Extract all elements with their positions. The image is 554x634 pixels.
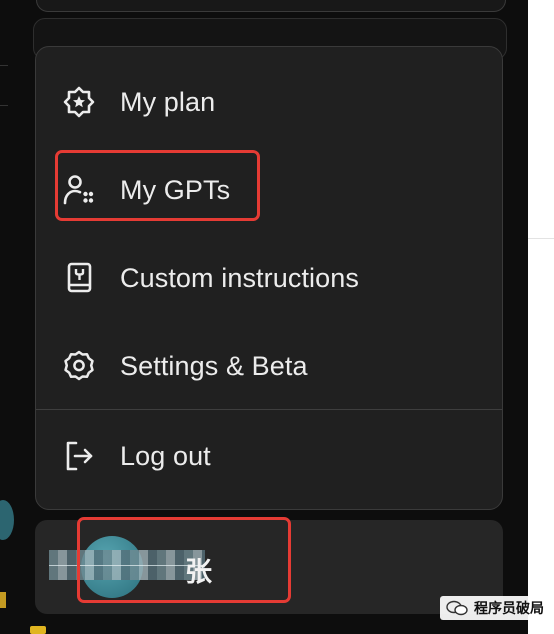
content-pane-edge: [528, 0, 554, 634]
taskbar-fragment: [0, 592, 6, 608]
annotation-highlight-my-gpts: [55, 150, 260, 221]
menu-item-label: Custom instructions: [120, 262, 359, 293]
gear-icon: [62, 349, 96, 383]
taskbar-fragment: [30, 626, 46, 634]
watermark-text: 程序员破局: [474, 600, 544, 616]
plan-badge-icon: [62, 85, 96, 119]
menu-item-label: Settings & Beta: [120, 350, 308, 381]
sidebar-avatar-peek: [0, 500, 14, 540]
menu-item-label: My plan: [120, 86, 216, 117]
left-edge-line: [0, 65, 8, 66]
left-edge-line: [0, 105, 8, 106]
annotation-highlight-profile: [77, 517, 291, 603]
wechat-icon: [446, 600, 468, 616]
menu-item-custom-instructions[interactable]: Custom instructions: [36, 234, 502, 322]
instructions-book-icon: [62, 261, 96, 295]
content-divider: [528, 238, 554, 239]
menu-item-settings-beta[interactable]: Settings & Beta: [36, 322, 502, 410]
watermark: 程序员破局: [440, 596, 550, 620]
menu-item-log-out[interactable]: Log out: [36, 412, 502, 500]
menu-item-my-plan[interactable]: My plan: [36, 58, 502, 146]
menu-item-label: Log out: [120, 440, 211, 471]
menu-divider: [36, 409, 502, 410]
user-menu-popover: My plan My GPTs Custom instructions Sett…: [35, 46, 503, 510]
logout-icon: [62, 439, 96, 473]
previous-item-card: [36, 0, 506, 12]
